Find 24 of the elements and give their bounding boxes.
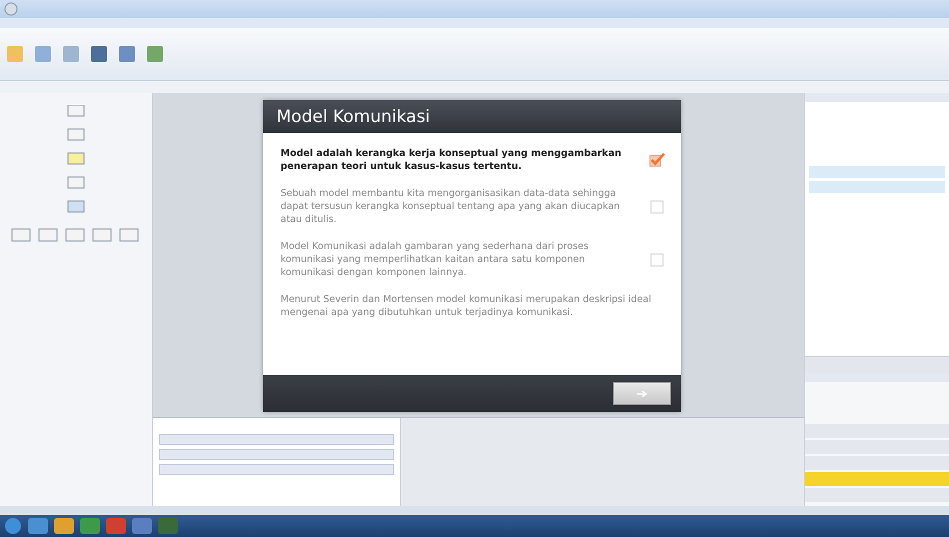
checkbox[interactable] [650,200,664,214]
taskbar-app-icon[interactable] [28,518,48,534]
taskbar-app-icon[interactable] [132,518,152,534]
taskbar-app-icon[interactable] [158,518,178,534]
start-button-icon[interactable] [4,517,22,535]
taskbar-app-icon[interactable] [80,518,100,534]
checkbox[interactable] [648,152,664,168]
answer-text: Model Komunikasi adalah gambaran yang sederhana dari proses komunikasi yang memperlihatkan kaitan antara satu komponen komunikasi dengan komponen lainnya. [280,240,590,279]
selected-trigger-row[interactable] [809,166,945,178]
taskbar-app-icon[interactable] [106,518,126,534]
body-text: Menurut Severin dan Mortensen model komunikasi merupakan deskripsi ideal mengenai apa yang dibutuhkan untuk terjadinya komunikasi. [280,293,652,319]
selected-trigger-row[interactable] [809,181,945,193]
toolbar-icon[interactable] [118,45,136,63]
answer-text: Sebuah model membantu kita mengorganisasikan data-data sehingga dapat tersusun kerangka konseptual tentang apa yang akan diucapkan atau ditulis. [280,187,621,226]
toolbar-icon[interactable] [34,45,52,63]
checkbox[interactable] [650,252,664,266]
slide-title: Model Komunikasi [276,106,430,126]
toolbar-icon[interactable] [146,45,164,63]
answer-text: Model adalah kerangka kerja konseptual yang menggambarkan penerapan teori untuk kasus-kasus tertentu. [280,147,622,173]
toolbar-icon[interactable] [90,45,108,63]
app-logo-icon[interactable] [4,2,18,16]
arrow-icon [636,390,646,396]
next-button[interactable] [612,382,670,405]
taskbar-app-icon[interactable] [54,518,74,534]
